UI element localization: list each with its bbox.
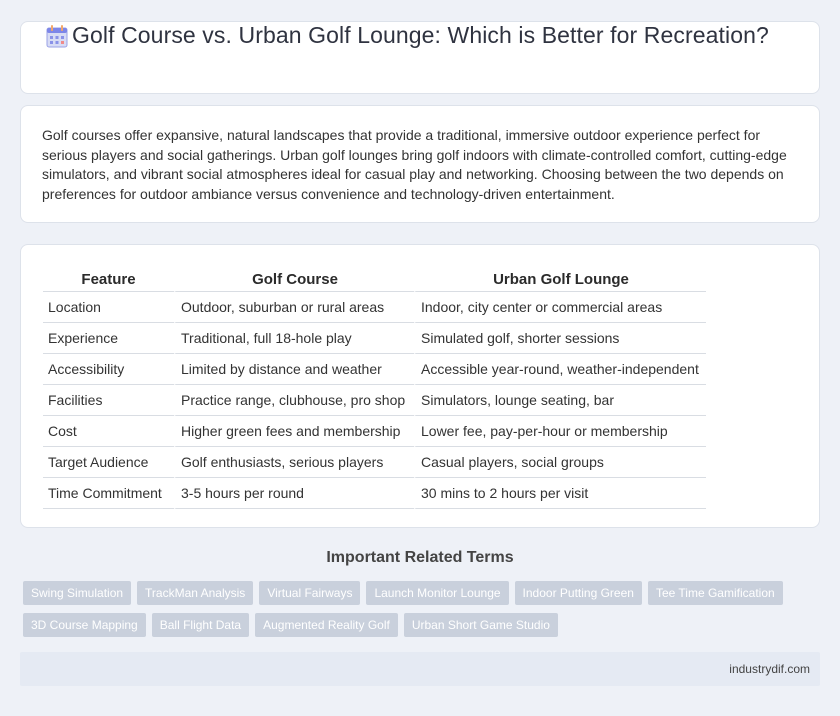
calendar-icon <box>46 25 68 48</box>
related-term-tag[interactable]: Swing Simulation <box>23 581 132 605</box>
golf-course-cell: Outdoor, suburban or rural areas <box>174 292 414 323</box>
golf-course-cell: 3-5 hours per round <box>174 478 414 509</box>
golf-course-cell: Golf enthusiasts, serious players <box>174 447 414 478</box>
golf-course-cell: Practice range, clubhouse, pro shop <box>174 385 414 416</box>
related-term-tag[interactable]: Launch Monitor Lounge <box>366 581 509 605</box>
related-term-tag[interactable]: Indoor Putting Green <box>514 581 642 605</box>
feature-cell: Accessibility <box>43 354 174 385</box>
urban-lounge-cell: Indoor, city center or commercial areas <box>414 292 706 323</box>
feature-cell: Cost <box>43 416 174 447</box>
related-terms-heading: Important Related Terms <box>326 549 514 566</box>
comparison-card: Feature Golf Course Urban Golf Lounge Lo… <box>20 244 820 528</box>
table-row: Location Outdoor, suburban or rural area… <box>43 292 706 323</box>
table-row: Accessibility Limited by distance and we… <box>43 354 706 385</box>
table-row: Facilities Practice range, clubhouse, pr… <box>43 385 706 416</box>
table-row: Cost Higher green fees and membership Lo… <box>43 416 706 447</box>
related-term-tag[interactable]: TrackMan Analysis <box>137 581 254 605</box>
feature-cell: Facilities <box>43 385 174 416</box>
table-row: Experience Traditional, full 18-hole pla… <box>43 323 706 354</box>
footer-site-link[interactable]: industrydif.com <box>729 662 810 676</box>
golf-course-cell: Higher green fees and membership <box>174 416 414 447</box>
comparison-table: Feature Golf Course Urban Golf Lounge Lo… <box>43 266 706 509</box>
table-row: Target Audience Golf enthusiasts, seriou… <box>43 447 706 478</box>
golf-course-cell: Traditional, full 18-hole play <box>174 323 414 354</box>
urban-lounge-cell: Casual players, social groups <box>414 447 706 478</box>
column-header-feature: Feature <box>43 266 174 292</box>
related-term-tag[interactable]: Augmented Reality Golf <box>255 613 398 637</box>
urban-lounge-cell: Accessible year-round, weather-independe… <box>414 354 706 385</box>
related-term-tag[interactable]: Tee Time Gamification <box>647 581 783 605</box>
footer: industrydif.com <box>20 652 820 686</box>
intro-card: Golf courses offer expansive, natural la… <box>20 105 820 223</box>
related-term-tag[interactable]: 3D Course Mapping <box>23 613 146 637</box>
related-term-tag[interactable]: Urban Short Game Studio <box>403 613 558 637</box>
urban-lounge-cell: Simulated golf, shorter sessions <box>414 323 706 354</box>
intro-paragraph: Golf courses offer expansive, natural la… <box>42 127 787 202</box>
feature-cell: Location <box>43 292 174 323</box>
related-term-tag[interactable]: Ball Flight Data <box>151 613 250 637</box>
feature-cell: Time Commitment <box>43 478 174 509</box>
column-header-golf-course: Golf Course <box>174 266 414 292</box>
table-header-row: Feature Golf Course Urban Golf Lounge <box>43 266 706 292</box>
feature-cell: Target Audience <box>43 447 174 478</box>
page-title: Golf Course vs. Urban Golf Lounge: Which… <box>72 22 769 48</box>
feature-cell: Experience <box>43 323 174 354</box>
related-term-tag[interactable]: Virtual Fairways <box>259 581 361 605</box>
urban-lounge-cell: Lower fee, pay-per-hour or membership <box>414 416 706 447</box>
urban-lounge-cell: 30 mins to 2 hours per visit <box>414 478 706 509</box>
column-header-urban-golf-lounge: Urban Golf Lounge <box>414 266 706 292</box>
urban-lounge-cell: Simulators, lounge seating, bar <box>414 385 706 416</box>
related-terms-list: Swing Simulation TrackMan Analysis Virtual… <box>23 581 823 645</box>
golf-course-cell: Limited by distance and weather <box>174 354 414 385</box>
table-row: Time Commitment 3-5 hours per round 30 m… <box>43 478 706 509</box>
